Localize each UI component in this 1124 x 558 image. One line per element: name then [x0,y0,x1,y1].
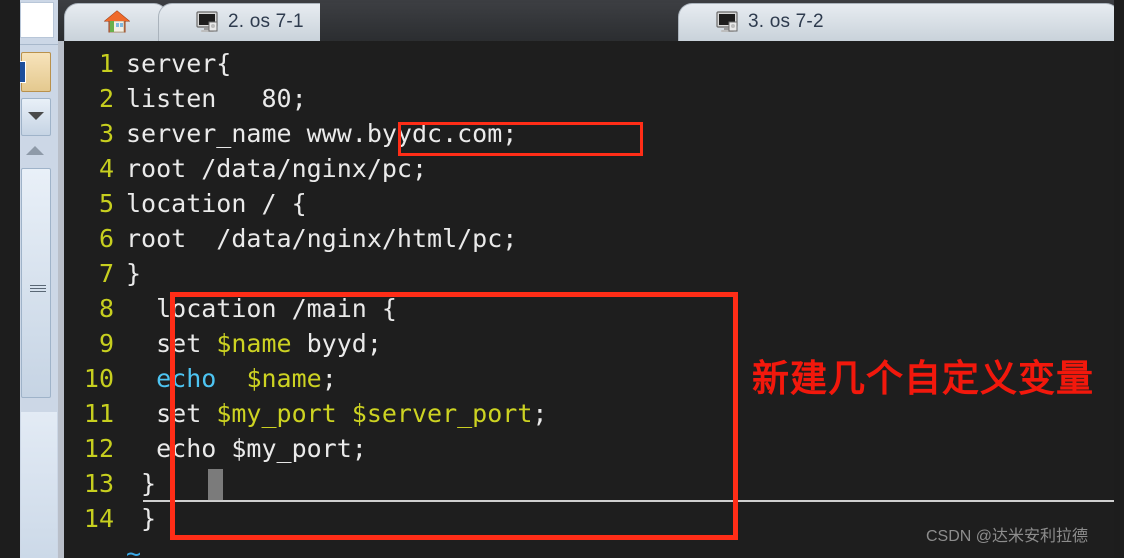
code-token: echo [156,364,217,393]
line-text: } [114,466,156,501]
code-token: listen 80; [126,84,307,113]
code-line[interactable]: 7} [64,256,1114,291]
code-token: } [126,259,142,288]
code-line[interactable]: 1 server{ [64,46,1114,81]
line-text: server_name www.byydc.com; [114,116,517,151]
line-number: 12 [83,434,114,463]
background-window-tile-3[interactable] [21,168,51,398]
code-token: root /data/nginx/html/pc; [126,224,518,253]
code-line[interactable]: 3 server_name www.byydc.com; [64,116,1114,151]
code-token: root /data/nginx/pc; [126,154,428,183]
code-token: location /main { [126,294,397,323]
code-line[interactable]: 6 root /data/nginx/html/pc; [64,221,1114,256]
line-text: set $name byyd; [114,326,382,361]
line-number: 3 [98,119,114,148]
tab-os-7-1[interactable]: 2. os 7-1 × [158,3,782,44]
background-window-divider [20,44,58,45]
code-token: server{ [126,49,232,78]
cursor-line-underline [143,500,1114,502]
monitor-icon [716,11,740,33]
line-text: } [114,256,141,291]
code-token: $name [246,364,322,393]
line-text: echo $my_port; [114,431,367,466]
code-line[interactable]: 4 root /data/nginx/pc; [64,151,1114,186]
code-line[interactable]: 5 location / { [64,186,1114,221]
background-window-footer [21,412,57,558]
line-number: 6 [98,224,114,253]
home-icon [103,10,131,34]
code-line[interactable]: 2 listen 80; [64,81,1114,116]
chevron-down-icon[interactable] [28,112,44,120]
terminal-window: 2. os 7-1 × [58,0,1114,558]
line-text: root /data/nginx/pc; [114,151,427,186]
line-number: 5 [98,189,114,218]
line-text: location / { [114,186,307,221]
empty-line-marker: ~ [126,539,142,558]
line-number: 10 [83,364,114,393]
line-number: 9 [98,329,114,358]
annotation-text: 新建几个自定义变量 [752,358,1094,399]
watermark: CSDN @达米安利拉德 [925,528,1088,545]
line-text: server{ [114,46,231,81]
chevron-up-icon[interactable] [26,146,44,155]
screenshot-root: 2. os 7-1 × [0,0,1124,558]
monitor-icon [196,11,220,33]
tab-os-7-2[interactable]: 3. os 7-2 [678,3,1114,41]
line-number: 1 [98,49,114,78]
code-token: byyd; [291,329,382,358]
code-line[interactable]: 12 echo $my_port; [64,431,1114,466]
background-window-fragment[interactable] [20,0,59,558]
code-line[interactable]: 8 location /main { [64,291,1114,326]
code-token: server_name www.byydc.com; [126,119,518,148]
tab-os-7-2-label: 3. os 7-2 [748,11,824,32]
line-number: 11 [83,399,114,428]
line-text: root /data/nginx/html/pc; [114,221,517,256]
code-token: ; [532,399,548,428]
code-token: set [126,329,217,358]
list-lines-icon [30,285,46,295]
editor-pane[interactable]: 1 server{ 2 listen 80; 3 server_name www.byyd… [58,41,1114,558]
background-window-panel [20,2,54,38]
line-text: listen 80; [114,81,307,116]
tab-bar: 2. os 7-1 × [58,0,1114,44]
code-token: $name [216,329,292,358]
text-cursor [208,469,223,501]
line-text: echo $name; [114,361,337,396]
code-token: $my_port [231,434,352,463]
line-text: location /main { [114,291,397,326]
code-token: echo [126,434,232,463]
line-number: 13 [83,469,114,498]
line-number: 2 [98,84,114,113]
tab-home[interactable] [64,3,168,41]
code-token: ; [351,434,367,463]
line-text: } [114,501,156,536]
line-text: set $my_port $server_port; [114,396,547,431]
tab-os-7-1-label: 2. os 7-1 [228,11,304,32]
line-number: 14 [83,504,114,533]
line-number: 4 [98,154,114,183]
code-token: location / { [126,189,307,218]
code-token: } [126,469,157,498]
code-token: ; [321,364,337,393]
code-token: } [126,504,157,533]
line-number: 8 [98,294,114,323]
code-token: $my_port $server_port [216,399,533,428]
code-token: set [126,399,217,428]
background-window-tile-1[interactable] [20,52,51,92]
line-number: 7 [98,259,114,288]
